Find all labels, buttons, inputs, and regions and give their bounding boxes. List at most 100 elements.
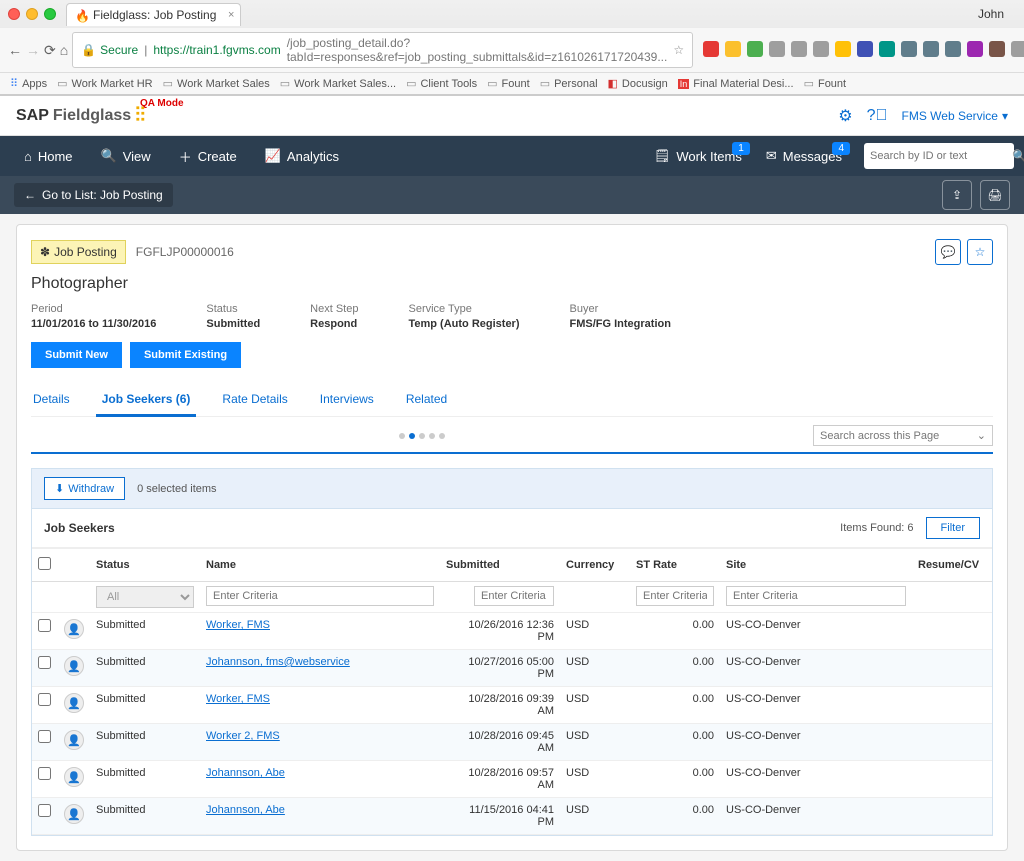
apps-bookmark[interactable]: ⠿Apps — [10, 77, 47, 90]
tab-details[interactable]: Details — [31, 386, 72, 416]
bookmark-item[interactable]: InFinal Material Desi... — [678, 78, 794, 90]
row-checkbox[interactable] — [38, 730, 51, 743]
seeker-name-link[interactable]: Johannson, fms@webservice — [206, 656, 350, 668]
nav-analytics[interactable]: 📈Analytics — [251, 136, 353, 176]
bookmark-item[interactable]: ▭Work Market Sales... — [280, 77, 396, 90]
bookmark-item[interactable]: ▭Work Market Sales — [163, 77, 270, 90]
row-resume — [912, 687, 992, 724]
seeker-name-link[interactable]: Worker, FMS — [206, 693, 270, 705]
submitted-filter-input[interactable] — [474, 586, 554, 606]
row-strate: 0.00 — [630, 687, 720, 724]
page-search-dropdown[interactable]: Search across this Page ⌄ — [813, 425, 993, 446]
col-name[interactable]: Name — [200, 549, 440, 582]
seeker-name-link[interactable]: Worker, FMS — [206, 619, 270, 631]
minimize-window-icon[interactable] — [26, 8, 38, 20]
global-search[interactable]: 🔍 — [864, 143, 1014, 169]
bookmark-item[interactable]: ▭Fount — [487, 77, 530, 90]
row-strate: 0.00 — [630, 613, 720, 650]
forward-icon[interactable]: → — [26, 41, 40, 59]
tab-interviews[interactable]: Interviews — [318, 386, 376, 416]
row-resume — [912, 798, 992, 835]
row-submitted: 10/28/2016 09:45AM — [440, 724, 560, 761]
avatar-icon: 👤 — [64, 693, 84, 713]
global-search-input[interactable] — [870, 150, 1012, 162]
back-to-list-link[interactable]: ← Go to List: Job Posting — [14, 183, 173, 207]
filter-button[interactable]: Filter — [926, 517, 980, 539]
help-icon[interactable]: ?⃝ — [867, 107, 888, 125]
bookmark-star-icon[interactable]: ☆ — [673, 43, 684, 57]
submit-new-button[interactable]: Submit New — [31, 342, 122, 368]
row-checkbox[interactable] — [38, 656, 51, 669]
view-icon: 🔍 — [101, 148, 117, 164]
row-currency: USD — [560, 650, 630, 687]
seeker-name-link[interactable]: Worker 2, FMS — [206, 730, 280, 742]
status-filter-select[interactable]: All — [96, 586, 194, 608]
chrome-profile-name[interactable]: John — [978, 7, 1004, 21]
tab-rate-details[interactable]: Rate Details — [220, 386, 289, 416]
tab-job-seekers[interactable]: Job Seekers (6) — [100, 386, 193, 416]
seeker-name-link[interactable]: Johannson, Abe — [206, 804, 285, 816]
address-bar[interactable]: 🔒 Secure | https://train1.fgvms.com/job_… — [72, 32, 693, 68]
sap-fieldglass-logo[interactable]: SAP Fieldglass ⫶⫶ — [16, 104, 145, 127]
buyer-label: Buyer — [570, 303, 671, 315]
close-window-icon[interactable] — [8, 8, 20, 20]
name-filter-input[interactable] — [206, 586, 434, 606]
nav-home[interactable]: ⌂Home — [10, 136, 87, 176]
period-label: Period — [31, 303, 156, 315]
row-site: US-CO-Denver — [720, 613, 912, 650]
withdraw-button[interactable]: ⬇ Withdraw — [44, 477, 125, 500]
row-submitted: 10/28/2016 09:39AM — [440, 687, 560, 724]
bookmark-item[interactable]: ▭Personal — [540, 77, 598, 90]
carousel-dots[interactable] — [399, 433, 445, 439]
row-currency: USD — [560, 724, 630, 761]
bookmark-item[interactable]: ▭Fount — [804, 77, 847, 90]
nav-messages[interactable]: ✉Messages 4 — [754, 148, 854, 164]
maximize-window-icon[interactable] — [44, 8, 56, 20]
table-row: 👤SubmittedJohannson, Abe11/15/2016 04:41… — [32, 798, 992, 835]
browser-tab[interactable]: 🔥 Fieldglass: Job Posting × — [66, 3, 241, 26]
select-all-checkbox[interactable] — [38, 557, 51, 570]
messages-badge: 4 — [832, 142, 850, 155]
col-currency[interactable]: Currency — [560, 549, 630, 582]
nextstep-value: Respond — [310, 318, 358, 330]
reload-icon[interactable]: ⟳ — [44, 41, 56, 59]
back-icon[interactable]: ← — [8, 41, 22, 59]
avatar-icon: 👤 — [64, 767, 84, 787]
window-controls[interactable] — [8, 8, 56, 20]
row-checkbox[interactable] — [38, 693, 51, 706]
gear-icon[interactable]: ⚙ — [838, 106, 852, 126]
export-icon[interactable]: ⇪ — [942, 180, 972, 210]
row-site: US-CO-Denver — [720, 798, 912, 835]
close-tab-icon[interactable]: × — [228, 9, 234, 21]
bookmark-item[interactable]: ◧Docusign — [608, 77, 668, 90]
row-site: US-CO-Denver — [720, 650, 912, 687]
star-icon[interactable]: ☆ — [967, 239, 993, 265]
col-resume[interactable]: Resume/CV — [912, 549, 992, 582]
row-submitted: 11/15/2016 04:41PM — [440, 798, 560, 835]
col-submitted[interactable]: Submitted — [440, 549, 560, 582]
url-path: /job_posting_detail.do?tabId=responses&r… — [287, 36, 668, 64]
org-dropdown[interactable]: FMS Web Service ▾ — [902, 109, 1009, 123]
row-checkbox[interactable] — [38, 619, 51, 632]
home-icon[interactable]: ⌂ — [60, 41, 68, 59]
col-status[interactable]: Status — [90, 549, 200, 582]
nav-view[interactable]: 🔍View — [87, 136, 165, 176]
comment-icon[interactable]: 💬 — [935, 239, 961, 265]
tab-related[interactable]: Related — [404, 386, 449, 416]
row-strate: 0.00 — [630, 650, 720, 687]
bookmark-item[interactable]: ▭Client Tools — [406, 77, 477, 90]
bookmark-item[interactable]: ▭Work Market HR — [57, 77, 153, 90]
seeker-name-link[interactable]: Johannson, Abe — [206, 767, 285, 779]
nav-work-items[interactable]: 🗒Work Items 1 — [642, 148, 754, 164]
strate-filter-input[interactable] — [636, 586, 714, 606]
nav-create[interactable]: ＋Create — [165, 136, 251, 176]
row-checkbox[interactable] — [38, 804, 51, 817]
print-icon[interactable]: 🖨 — [980, 180, 1010, 210]
submit-existing-button[interactable]: Submit Existing — [130, 342, 241, 368]
col-site[interactable]: Site — [720, 549, 912, 582]
row-status: Submitted — [90, 798, 200, 835]
site-filter-input[interactable] — [726, 586, 906, 606]
col-strate[interactable]: ST Rate — [630, 549, 720, 582]
row-checkbox[interactable] — [38, 767, 51, 780]
search-icon[interactable]: 🔍 — [1012, 149, 1024, 163]
